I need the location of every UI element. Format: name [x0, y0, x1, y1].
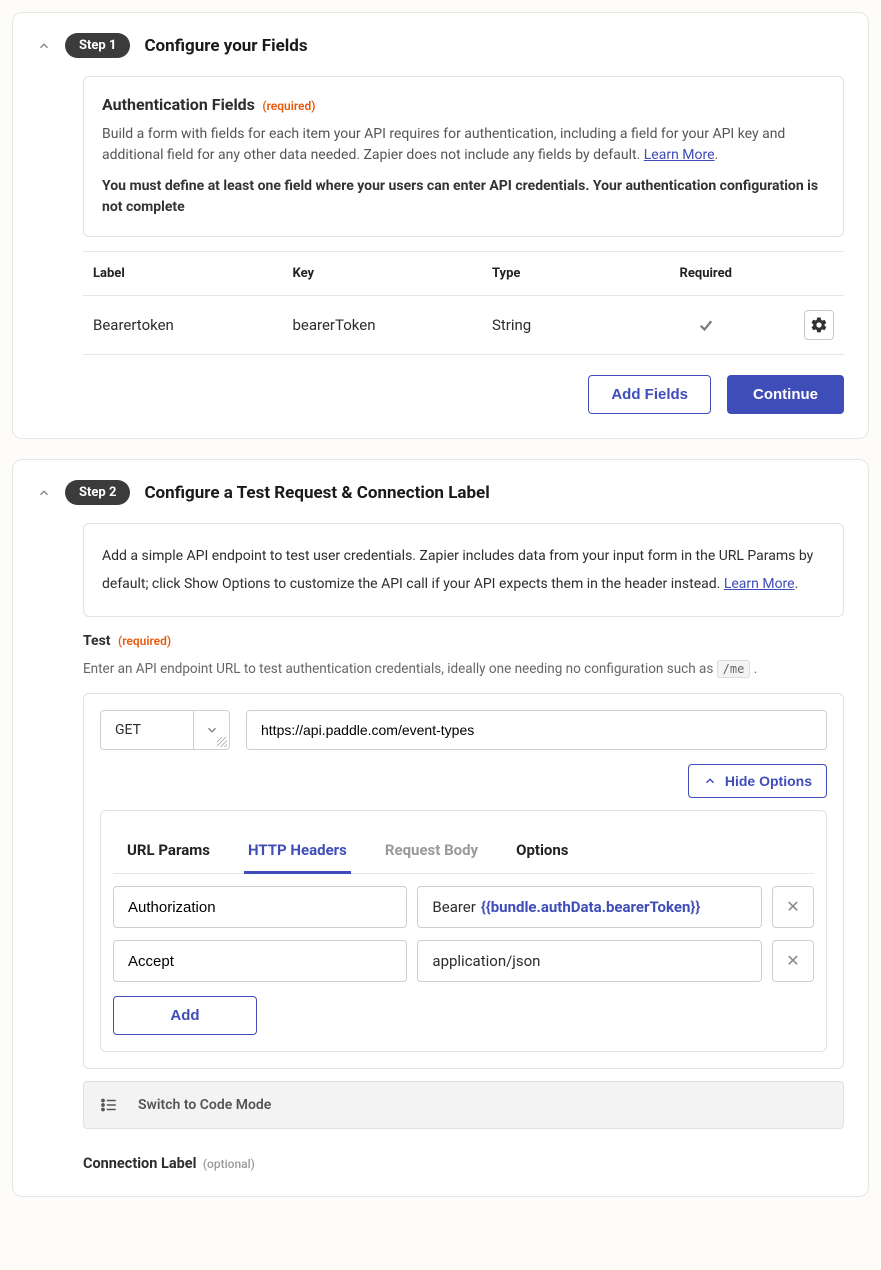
cell-type: String	[492, 316, 635, 334]
test-desc-box: Add a simple API endpoint to test user c…	[83, 523, 844, 617]
col-type: Type	[492, 266, 635, 281]
optional-label: (optional)	[203, 1157, 255, 1171]
add-fields-button[interactable]: Add Fields	[588, 375, 711, 414]
delete-header-button[interactable]: ✕	[772, 886, 814, 928]
cell-label: Bearertoken	[93, 316, 292, 334]
col-required: Required	[634, 266, 777, 281]
hide-options-button[interactable]: Hide Options	[688, 764, 827, 798]
continue-button[interactable]: Continue	[727, 375, 844, 414]
header-value-template: {{bundle.authData.bearerToken}}	[481, 898, 700, 916]
tab-url-params[interactable]: URL Params	[123, 829, 214, 874]
row-settings-button[interactable]	[804, 310, 834, 340]
method-url-row: GET	[100, 710, 827, 750]
header-key-input[interactable]	[113, 940, 407, 982]
hint-text: Enter an API endpoint URL to test authen…	[83, 661, 717, 677]
required-label: (required)	[262, 99, 315, 113]
col-key: Key	[292, 266, 492, 281]
tab-options[interactable]: Options	[512, 829, 572, 874]
header-value-text: Bearer	[432, 898, 475, 916]
http-method-select[interactable]: GET	[100, 710, 230, 750]
close-icon: ✕	[786, 897, 799, 917]
close-icon: ✕	[786, 951, 799, 971]
header-row: Bearer {{bundle.authData.bearerToken}} ✕	[113, 886, 814, 928]
step1-card: Step 1 Configure your Fields Authenticat…	[12, 12, 869, 439]
code-chip: /me	[717, 660, 751, 678]
switch-code-mode[interactable]: Switch to Code Mode	[83, 1081, 844, 1129]
desc-text: Add a simple API endpoint to test user c…	[102, 548, 813, 592]
step-badge: Step 2	[65, 480, 130, 505]
col-label: Label	[93, 266, 292, 281]
header-row: application/json ✕	[113, 940, 814, 982]
method-value: GET	[115, 722, 141, 738]
test-section: Test (required) Enter an API endpoint UR…	[83, 633, 844, 1172]
learn-more-link[interactable]: Learn More	[644, 147, 715, 163]
step1-buttons: Add Fields Continue	[83, 375, 844, 414]
delete-header-button[interactable]: ✕	[772, 940, 814, 982]
url-input[interactable]	[246, 710, 827, 750]
header-value-input[interactable]: Bearer {{bundle.authData.bearerToken}}	[417, 886, 762, 928]
step1-title: Configure your Fields	[144, 36, 307, 56]
gear-icon	[810, 316, 828, 334]
step-badge: Step 1	[65, 33, 130, 58]
table-row: Bearertoken bearerToken String	[83, 296, 844, 355]
request-box: GET Hide Options URL Params HTTP Headers	[83, 693, 844, 1069]
tab-request-body[interactable]: Request Body	[381, 829, 482, 874]
table-header-row: Label Key Type Required	[83, 251, 844, 296]
hide-options-label: Hide Options	[725, 773, 812, 789]
auth-fields-heading: Authentication Fields	[102, 95, 255, 114]
resize-handle-icon	[217, 737, 227, 747]
test-label-row: Test (required)	[83, 633, 844, 649]
switch-code-label: Switch to Code Mode	[138, 1097, 271, 1113]
header-value-input[interactable]: application/json	[417, 940, 762, 982]
check-icon	[634, 316, 777, 334]
auth-fields-warning: You must define at least one field where…	[102, 176, 825, 218]
test-label: Test	[83, 633, 111, 649]
chevron-up-icon[interactable]	[37, 39, 51, 53]
auth-fields-box: Authentication Fields (required) Build a…	[83, 76, 844, 237]
test-hint: Enter an API endpoint URL to test authen…	[83, 659, 844, 679]
cell-key: bearerToken	[292, 316, 492, 334]
required-label: (required)	[118, 634, 171, 648]
step2-card: Step 2 Configure a Test Request & Connec…	[12, 459, 869, 1197]
header-value-text: application/json	[432, 952, 540, 970]
connection-label: Connection Label	[83, 1155, 196, 1172]
fields-table: Label Key Type Required Bearertoken bear…	[83, 251, 844, 355]
header-key-input[interactable]	[113, 886, 407, 928]
add-header-button[interactable]: Add	[113, 996, 257, 1035]
learn-more-link[interactable]: Learn More	[724, 576, 795, 592]
connection-label-row: Connection Label (optional)	[83, 1155, 844, 1172]
step2-title: Configure a Test Request & Connection La…	[144, 483, 489, 503]
tabs: URL Params HTTP Headers Request Body Opt…	[113, 823, 814, 874]
auth-fields-desc: Build a form with fields for each item y…	[102, 124, 825, 166]
list-icon	[100, 1096, 118, 1114]
step1-header: Step 1 Configure your Fields	[37, 33, 844, 58]
chevron-up-icon	[703, 774, 717, 788]
request-tabs-box: URL Params HTTP Headers Request Body Opt…	[100, 810, 827, 1052]
tab-http-headers[interactable]: HTTP Headers	[244, 829, 351, 874]
step2-header: Step 2 Configure a Test Request & Connec…	[37, 480, 844, 505]
chevron-up-icon[interactable]	[37, 486, 51, 500]
